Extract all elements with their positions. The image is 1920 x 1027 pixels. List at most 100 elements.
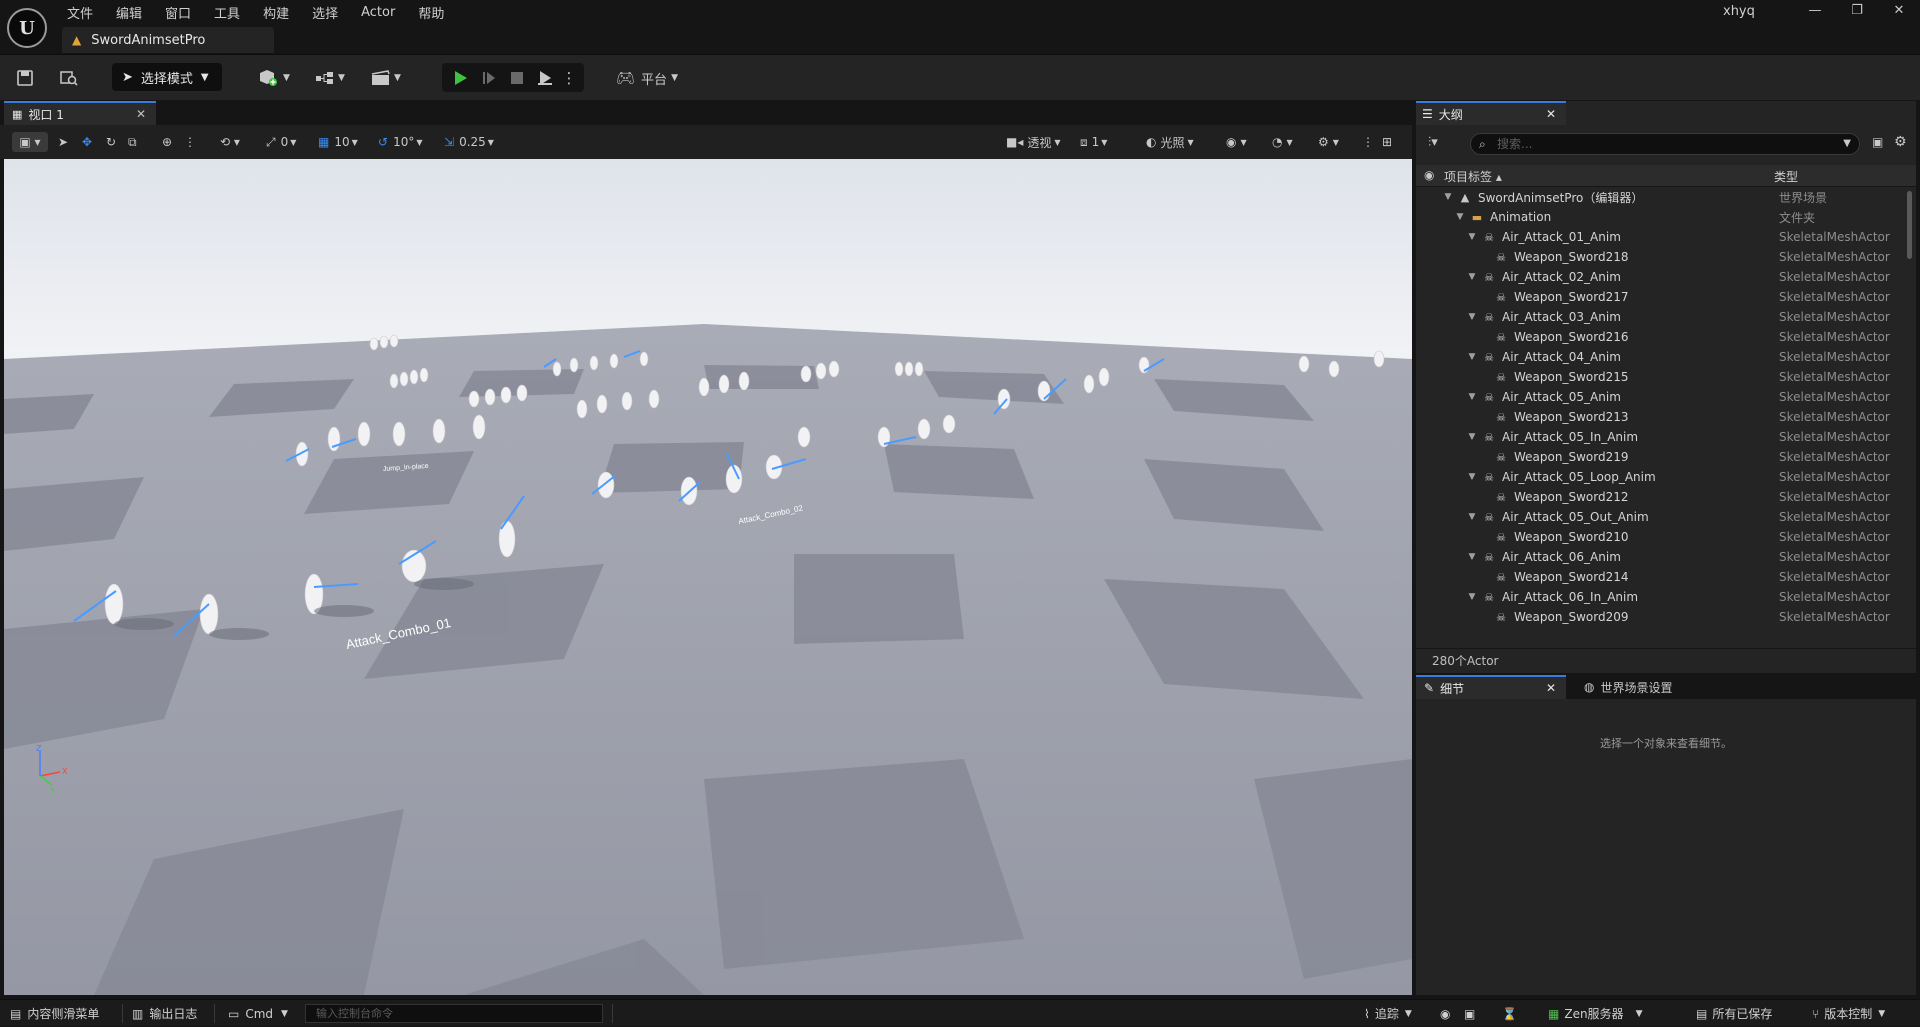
select-tool-icon[interactable]: ➤ (58, 132, 68, 152)
outliner-tab[interactable]: ☰ 大纲 ✕ (1416, 101, 1566, 125)
settings-button[interactable]: ⚙ ▼ (1318, 132, 1339, 152)
list-item[interactable]: ▼ ☠ Air_Attack_03_Anim SkeletalMeshActor (1416, 307, 1912, 327)
gear-icon[interactable]: ⚙ (1894, 134, 1907, 150)
perspective-button[interactable]: ■◂ 透视 ▼ (1006, 132, 1061, 152)
close-icon[interactable]: ✕ (136, 107, 146, 121)
grid-snap-button[interactable]: ▦ 10 ▼ (318, 132, 358, 152)
stop-icon[interactable] (505, 65, 529, 91)
list-item[interactable]: ☠ Weapon_Sword218 SkeletalMeshActor (1416, 247, 1912, 267)
list-item[interactable]: ☠ Weapon_Sword209 SkeletalMeshActor (1416, 607, 1912, 624)
list-item[interactable]: ☠ Weapon_Sword215 SkeletalMeshActor (1416, 367, 1912, 387)
trace-button[interactable]: ⌇ 追踪 ▼ (1364, 1000, 1412, 1027)
play-options-icon[interactable]: ⋮ (562, 65, 577, 91)
more-tools-icon[interactable]: ⋮ (184, 132, 196, 152)
rotate-snap-button[interactable]: ↺ 10° ▼ (378, 132, 423, 152)
translate-tool-icon[interactable]: ✥ (82, 132, 92, 152)
world-settings-tab[interactable]: ◍ 世界场景设置 (1584, 675, 1673, 699)
list-item[interactable]: ▼ ▬ Animation 文件夹 (1416, 207, 1912, 227)
list-item[interactable]: ▼ ☠ Air_Attack_04_Anim SkeletalMeshActor (1416, 347, 1912, 367)
menu-edit[interactable]: 编辑 (116, 3, 142, 22)
minimize-icon[interactable]: — (1792, 0, 1838, 22)
select-mode-button[interactable]: ➤ 选择模式 ▼ (112, 63, 222, 91)
menu-select[interactable]: 选择 (312, 3, 338, 22)
list-item[interactable]: ▼ ☠ Air_Attack_05_In_Anim SkeletalMeshActor (1416, 427, 1912, 447)
cinematics-button[interactable]: ▼ (366, 65, 406, 91)
translate-snap-button[interactable]: ⤢ 0 ▼ (266, 132, 296, 152)
close-window-icon[interactable]: ✕ (1876, 0, 1920, 22)
menu-file[interactable]: 文件 (67, 3, 93, 22)
menu-build[interactable]: 构建 (263, 3, 289, 22)
play-icon[interactable] (448, 65, 472, 91)
lighting-button[interactable]: ◐ 光照 ▼ (1146, 132, 1194, 152)
browse-content-icon[interactable] (56, 65, 82, 91)
add-actor-button[interactable]: ▼ (254, 65, 294, 91)
restore-icon[interactable]: ❐ (1834, 0, 1880, 22)
insights-icon[interactable]: ⌛ (1502, 1000, 1517, 1027)
project-tab[interactable]: ▲ SwordAnimsetPro (62, 27, 274, 53)
visibility-column-icon[interactable]: ◉ (1424, 168, 1434, 182)
close-icon[interactable]: ✕ (1546, 107, 1556, 121)
record-icon[interactable]: ◉ (1440, 1000, 1450, 1027)
expand-arrow-icon[interactable]: ▼ (1442, 192, 1454, 202)
expand-arrow-icon[interactable]: ▼ (1466, 432, 1478, 442)
expand-arrow-icon[interactable]: ▼ (1466, 472, 1478, 482)
expand-arrow-icon[interactable]: ▼ (1466, 312, 1478, 322)
blueprint-button[interactable]: ▼ (310, 65, 350, 91)
list-item[interactable]: ▼ ☠ Air_Attack_05_Anim SkeletalMeshActor (1416, 387, 1912, 407)
step-icon[interactable] (477, 65, 501, 91)
platform-button[interactable]: 🎮︎ 平台 ▼ (612, 65, 682, 91)
close-icon[interactable]: ✕ (1546, 681, 1556, 695)
expand-arrow-icon[interactable]: ▼ (1454, 212, 1466, 222)
list-item[interactable]: ☠ Weapon_Sword216 SkeletalMeshActor (1416, 327, 1912, 347)
expand-arrow-icon[interactable]: ▼ (1466, 272, 1478, 282)
menu-actor[interactable]: Actor (361, 5, 395, 20)
menu-window[interactable]: 窗口 (165, 3, 191, 22)
scale-snap-button[interactable]: ⇲ 0.25 ▼ (444, 132, 494, 152)
list-item[interactable]: ☠ Weapon_Sword213 SkeletalMeshActor (1416, 407, 1912, 427)
menu-help[interactable]: 帮助 (418, 3, 444, 22)
expand-arrow-icon[interactable]: ▼ (1466, 512, 1478, 522)
eject-icon[interactable] (533, 65, 557, 91)
rotate-tool-icon[interactable]: ↻ (106, 132, 116, 152)
zen-server-button[interactable]: ▦ Zen服务器 ▼ (1548, 1000, 1642, 1027)
list-item[interactable]: ☠ Weapon_Sword217 SkeletalMeshActor (1416, 287, 1912, 307)
label-column-header[interactable]: 项目标签 ▴ (1444, 168, 1502, 185)
details-tab[interactable]: ✎ 细节 ✕ (1416, 675, 1566, 699)
list-item[interactable]: ☠ Weapon_Sword214 SkeletalMeshActor (1416, 567, 1912, 587)
list-item[interactable]: ▼ ▲ SwordAnimsetPro（编辑器） 世界场景 (1416, 187, 1912, 207)
expand-arrow-icon[interactable]: ▼ (1466, 232, 1478, 242)
viewport-more-icon[interactable]: ⋮ (1362, 132, 1374, 152)
show-flags-button[interactable]: ◉ ▼ (1226, 132, 1247, 152)
list-item[interactable]: ☠ Weapon_Sword212 SkeletalMeshActor (1416, 487, 1912, 507)
save-icon[interactable] (12, 65, 38, 91)
performance-button[interactable]: ◔ ▼ (1272, 132, 1293, 152)
list-item[interactable]: ▼ ☠ Air_Attack_02_Anim SkeletalMeshActor (1416, 267, 1912, 287)
type-column-header[interactable]: 类型 (1774, 168, 1798, 185)
expand-arrow-icon[interactable]: ▼ (1466, 592, 1478, 602)
list-item[interactable]: ▼ ☠ Air_Attack_06_In_Anim SkeletalMeshActor (1416, 587, 1912, 607)
content-drawer-button[interactable]: ▤ 内容侧滑菜单 (10, 1000, 99, 1027)
camera-speed-button[interactable]: ⧈ 1 ▼ (1080, 132, 1107, 152)
menu-tools[interactable]: 工具 (214, 3, 240, 22)
output-log-button[interactable]: ▥ 输出日志 (132, 1000, 197, 1027)
screenshot-icon[interactable]: ▣ (1464, 1000, 1475, 1027)
expand-arrow-icon[interactable]: ▼ (1466, 352, 1478, 362)
list-item[interactable]: ☠ Weapon_Sword210 SkeletalMeshActor (1416, 527, 1912, 547)
layout-icon[interactable]: ⊞ (1382, 132, 1392, 152)
save-status-button[interactable]: ▤ 所有已保存 (1696, 1000, 1772, 1027)
filter-icon[interactable]: ⫶▾ (1428, 135, 1438, 150)
list-item[interactable]: ▼ ☠ Air_Attack_05_Loop_Anim SkeletalMeshAct… (1416, 467, 1912, 487)
scale-tool-icon[interactable]: ⧉ (128, 132, 137, 152)
outliner-search-input[interactable]: ⌕ 搜索... ▼ (1470, 133, 1860, 155)
world-local-icon[interactable]: ⊕ (162, 132, 172, 152)
viewport-tab[interactable]: ▦ 视口 1 ✕ (4, 101, 156, 125)
list-item[interactable]: ▼ ☠ Air_Attack_01_Anim SkeletalMeshActor (1416, 227, 1912, 247)
expand-arrow-icon[interactable]: ▼ (1466, 552, 1478, 562)
outliner-scrollbar[interactable] (1907, 191, 1912, 259)
list-item[interactable]: ☠ Weapon_Sword219 SkeletalMeshActor (1416, 447, 1912, 467)
unreal-logo-icon[interactable]: U (7, 8, 47, 48)
cmd-button[interactable]: ▭ Cmd ▼ (228, 1000, 288, 1027)
source-control-button[interactable]: ⑂ 版本控制 ▼ (1812, 1000, 1885, 1027)
console-input[interactable]: 输入控制台命令 (305, 1004, 603, 1023)
viewport-3d[interactable]: Attack_Combo_01 Attack_Combo_02 Jump_In-… (4, 159, 1412, 995)
